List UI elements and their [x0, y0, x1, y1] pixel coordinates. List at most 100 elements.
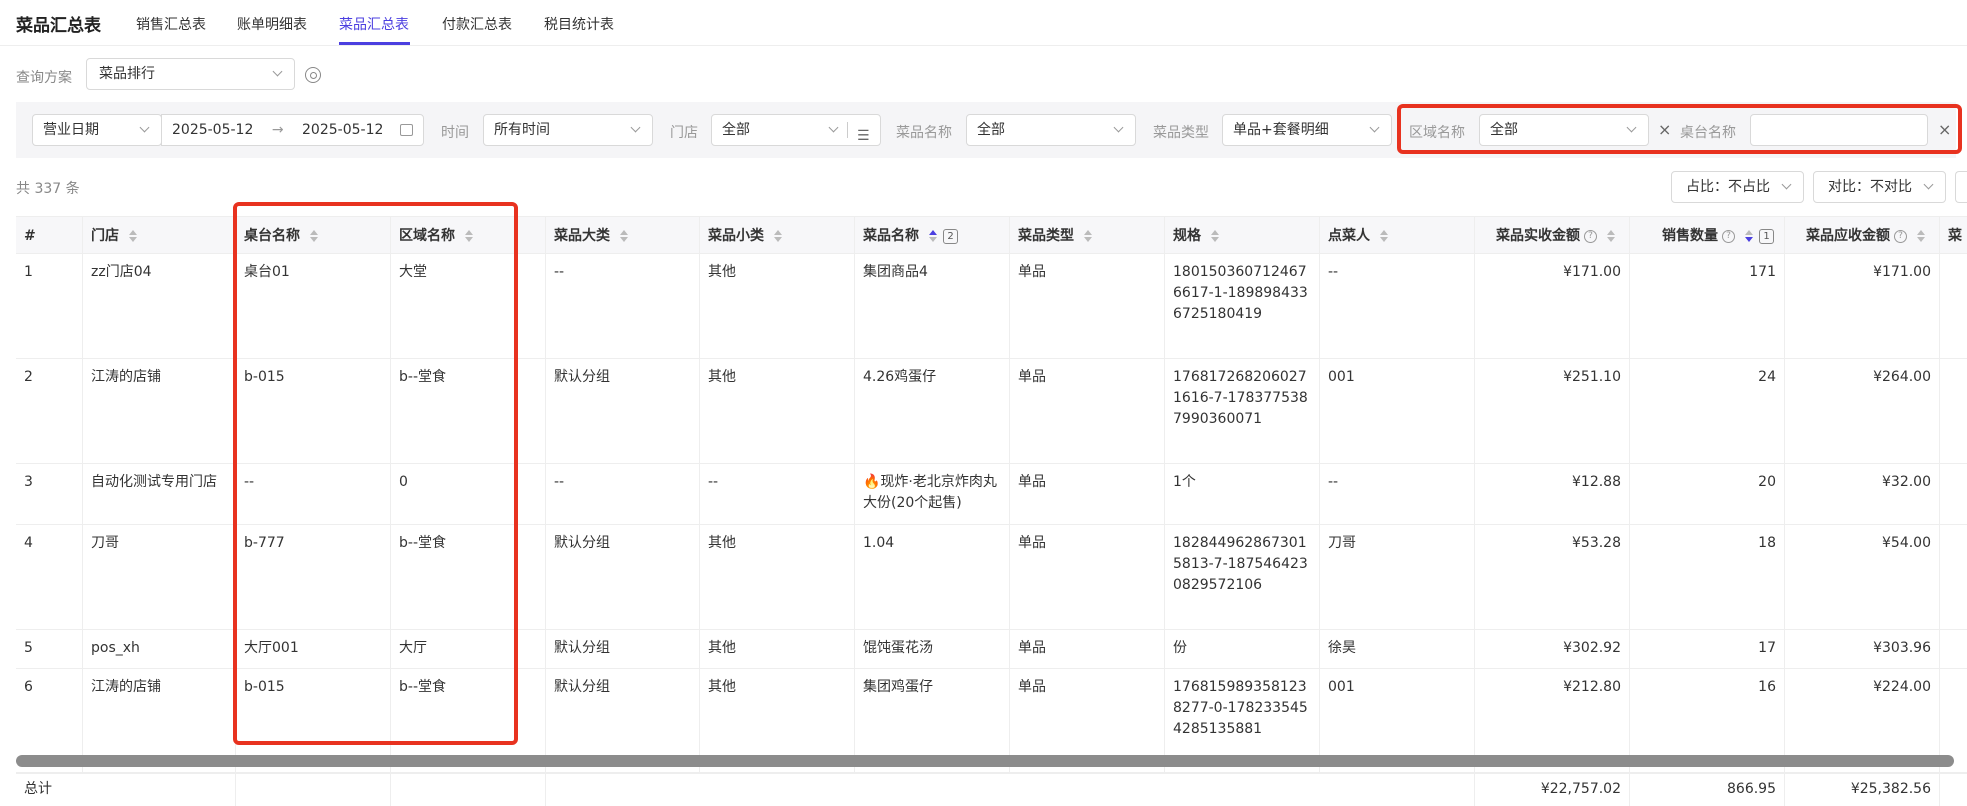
dish-type-cell: 单品 [1010, 525, 1165, 629]
tab-tax-stats[interactable]: 税目统计表 [544, 14, 614, 34]
area-name-cell: b--堂食 [391, 525, 546, 629]
dish-type-cell: 单品 [1010, 254, 1165, 358]
col-subcategory-label: 菜品小类 [708, 228, 764, 244]
sales-qty-cell: 20 [1630, 464, 1785, 524]
store-select[interactable]: 全部 ☰ [711, 114, 881, 146]
dish-type-value: 单品+套餐明细 [1233, 122, 1329, 138]
chevron-down-icon [139, 122, 150, 133]
sales-qty-cell: 17 [1630, 630, 1785, 668]
page-title: 菜品汇总表 [16, 16, 101, 36]
horizontal-scrollbar[interactable] [16, 755, 1954, 767]
date-range-picker[interactable]: 2025-05-12 → 2025-05-12 [161, 114, 424, 146]
orderer-cell: 刀哥 [1320, 525, 1475, 629]
col-category[interactable]: 菜品大类 [546, 217, 700, 255]
date-type-select[interactable]: 营业日期 [32, 114, 162, 146]
time-label: 时间 [441, 125, 469, 141]
ratio-button[interactable]: 占比：不占比 [1671, 171, 1804, 203]
chevron-down-icon [1781, 179, 1792, 190]
help-icon[interactable]: ? [1584, 229, 1597, 243]
sort-icon[interactable] [1380, 230, 1388, 242]
row-index: 1 [16, 254, 83, 358]
tab-sales-summary[interactable]: 销售汇总表 [136, 14, 206, 34]
area-name-cell: 0 [391, 464, 546, 524]
dish-type-select[interactable]: 单品+套餐明细 [1222, 114, 1392, 146]
table-row: 2 江涛的店铺 b-015 b--堂食 默认分组 其他 4.26鸡蛋仔 单品 176817268… [16, 359, 1967, 464]
category-cell: 默认分组 [546, 630, 700, 668]
sort-icon[interactable] [1084, 230, 1092, 242]
help-icon[interactable]: ? [1722, 229, 1735, 243]
spec-cell: 1828449628673015813-7-187546423082957210… [1165, 525, 1320, 629]
sort-asc-icon[interactable] [929, 230, 937, 242]
sort-icon[interactable] [310, 230, 318, 242]
col-orderer[interactable]: 点菜人 [1320, 217, 1475, 255]
tab-payment-summary[interactable]: 付款汇总表 [442, 14, 512, 34]
tab-dish-summary[interactable]: 菜品汇总表 [339, 14, 409, 34]
tab-bill-detail[interactable]: 账单明细表 [237, 14, 307, 34]
clear-area-icon[interactable]: × [1658, 120, 1671, 139]
sort-desc-icon[interactable] [1745, 230, 1753, 242]
sort-icon[interactable] [1607, 230, 1615, 242]
receivable-amount-cell: ¥171.00 [1785, 254, 1940, 358]
table-name-cell: b-777 [236, 525, 391, 629]
col-actual-amount-label: 菜品实收金额 [1496, 228, 1580, 244]
sales-qty-cell: 171 [1630, 254, 1785, 358]
dish-name-select[interactable]: 全部 [966, 114, 1136, 146]
sort-icon[interactable] [620, 230, 628, 242]
col-orderer-label: 点菜人 [1328, 228, 1370, 244]
col-actual-amount[interactable]: 菜品实收金额? [1475, 217, 1630, 255]
sort-icon[interactable] [1917, 230, 1925, 242]
col-dish-name-label: 菜品名称 [863, 228, 919, 244]
dish-name-cell: 集团商品4 [855, 254, 1010, 358]
table-row: 5 pos_xh 大厅001 大厅 默认分组 其他 馄饨蛋花汤 单品份徐昊 ¥302.92 17 ¥… [16, 630, 1967, 669]
clear-table-name-icon[interactable]: × [1938, 120, 1951, 139]
time-value: 所有时间 [494, 122, 550, 138]
sort-icon[interactable] [1211, 230, 1219, 242]
ratio-button-label: 占比：不占比 [1686, 179, 1770, 195]
col-dish-type[interactable]: 菜品类型 [1010, 217, 1165, 255]
filter-settings-icon[interactable]: ☰ [857, 121, 870, 151]
query-scheme-value: 菜品排行 [99, 66, 155, 82]
more-cell [1940, 464, 1967, 524]
col-spec[interactable]: 规格 [1165, 217, 1320, 255]
col-store[interactable]: 门店 [83, 217, 236, 255]
query-scheme-select[interactable]: 菜品排行 [86, 58, 295, 90]
orderer-cell: -- [1320, 254, 1475, 358]
table-name-input[interactable] [1750, 114, 1928, 146]
receivable-amount-cell: ¥264.00 [1785, 359, 1940, 463]
col-subcategory[interactable]: 菜品小类 [700, 217, 855, 255]
dish-name-cell: 🔥现炸·老北京炸肉丸大份(20个起售) [855, 464, 1010, 524]
help-icon[interactable]: ? [1894, 229, 1907, 243]
col-area-name[interactable]: 区域名称 [391, 217, 546, 255]
settings-icon[interactable] [305, 67, 321, 83]
store-cell: 刀哥 [83, 525, 236, 629]
more-cell [1940, 254, 1967, 358]
total-sales-qty: 866.95 [1630, 773, 1785, 806]
area-select[interactable]: 全部 [1479, 114, 1649, 146]
compare-button[interactable]: 对比：不对比 [1813, 171, 1946, 203]
divider [847, 122, 848, 138]
sort-icon[interactable] [465, 230, 473, 242]
more-button[interactable] [1955, 171, 1967, 203]
query-scheme-label: 查询方案 [16, 70, 72, 86]
actual-amount-cell: ¥302.92 [1475, 630, 1630, 668]
col-index: # [16, 217, 83, 255]
more-cell [1940, 359, 1967, 463]
date-start: 2025-05-12 [172, 122, 254, 138]
sort-icon[interactable] [129, 230, 137, 242]
dish-name-cell: 1.04 [855, 525, 1010, 629]
store-value: 全部 [722, 122, 750, 138]
total-receivable-amount: ¥25,382.56 [1785, 773, 1940, 806]
col-sales-qty[interactable]: 销售数量? 1 [1630, 217, 1785, 255]
col-dish-name[interactable]: 菜品名称 2 [855, 217, 1010, 255]
col-table-name[interactable]: 桌台名称 [236, 217, 391, 255]
area-name-cell: 大堂 [391, 254, 546, 358]
spec-cell: 份 [1165, 630, 1320, 668]
store-label: 门店 [670, 125, 698, 141]
chevron-down-icon [630, 122, 641, 133]
time-select[interactable]: 所有时间 [483, 114, 653, 146]
actual-amount-cell: ¥12.88 [1475, 464, 1630, 524]
dish-name-value: 全部 [977, 122, 1005, 138]
col-receivable-amount[interactable]: 菜品应收金额? [1785, 217, 1940, 255]
more-cell [1940, 525, 1967, 629]
sort-icon[interactable] [774, 230, 782, 242]
